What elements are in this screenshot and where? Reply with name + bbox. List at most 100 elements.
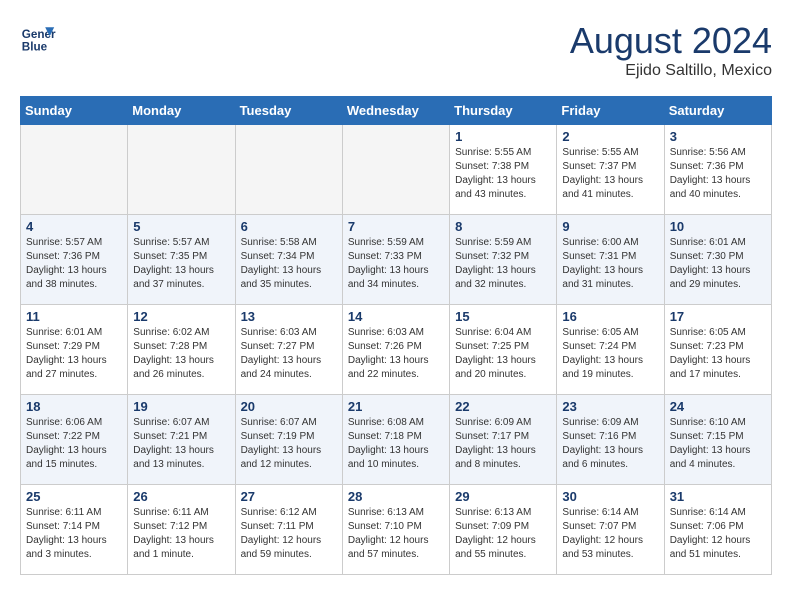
day-info: Sunrise: 6:07 AM Sunset: 7:21 PM Dayligh… [133, 416, 229, 472]
day-number: 22 [455, 399, 551, 414]
day-info: Sunrise: 6:13 AM Sunset: 7:09 PM Dayligh… [455, 506, 551, 562]
calendar-day-cell: 10 Sunrise: 6:01 AM Sunset: 7:30 PM Dayli… [664, 215, 771, 305]
day-number: 8 [455, 219, 551, 234]
calendar-day-cell: 25 Sunrise: 6:11 AM Sunset: 7:14 PM Dayli… [21, 485, 128, 575]
day-number: 31 [670, 489, 766, 504]
day-number: 9 [562, 219, 658, 234]
day-number: 5 [133, 219, 229, 234]
calendar-day-cell [21, 125, 128, 215]
calendar-week-row: 18 Sunrise: 6:06 AM Sunset: 7:22 PM Dayli… [21, 395, 772, 485]
day-number: 13 [241, 309, 337, 324]
calendar-day-cell: 14Sunrise: 6:03 AM Sunset: 7:26 PM Dayli… [342, 305, 449, 395]
day-number: 28 [348, 489, 444, 504]
calendar-day-cell: 23Sunrise: 6:09 AM Sunset: 7:16 PM Dayli… [557, 395, 664, 485]
day-info: Sunrise: 6:14 AM Sunset: 7:07 PM Dayligh… [562, 506, 658, 562]
day-info: Sunrise: 6:02 AM Sunset: 7:28 PM Dayligh… [133, 326, 229, 382]
day-info: Sunrise: 5:56 AM Sunset: 7:36 PM Dayligh… [670, 146, 766, 202]
calendar-day-cell: 27 Sunrise: 6:12 AM Sunset: 7:11 PM Dayli… [235, 485, 342, 575]
day-info: Sunrise: 6:08 AM Sunset: 7:18 PM Dayligh… [348, 416, 444, 472]
day-info: Sunrise: 6:00 AM Sunset: 7:31 PM Dayligh… [562, 236, 658, 292]
title-block: August 2024 Ejido Saltillo, Mexico [570, 20, 772, 80]
day-info: Sunrise: 6:09 AM Sunset: 7:17 PM Dayligh… [455, 416, 551, 472]
day-number: 11 [26, 309, 122, 324]
calendar-day-cell: 26 Sunrise: 6:11 AM Sunset: 7:12 PM Dayli… [128, 485, 235, 575]
calendar-day-cell: 20 Sunrise: 6:07 AM Sunset: 7:19 PM Dayli… [235, 395, 342, 485]
day-info: Sunrise: 5:59 AM Sunset: 7:33 PM Dayligh… [348, 236, 444, 292]
day-info: Sunrise: 6:06 AM Sunset: 7:22 PM Dayligh… [26, 416, 122, 472]
calendar-day-cell [128, 125, 235, 215]
day-number: 25 [26, 489, 122, 504]
day-number: 20 [241, 399, 337, 414]
calendar-day-cell: 13Sunrise: 6:03 AM Sunset: 7:27 PM Dayli… [235, 305, 342, 395]
day-info: Sunrise: 5:55 AM Sunset: 7:38 PM Dayligh… [455, 146, 551, 202]
calendar-day-cell [342, 125, 449, 215]
day-number: 10 [670, 219, 766, 234]
day-number: 7 [348, 219, 444, 234]
weekday-header-sunday: Sunday [21, 97, 128, 125]
day-info: Sunrise: 5:58 AM Sunset: 7:34 PM Dayligh… [241, 236, 337, 292]
day-number: 12 [133, 309, 229, 324]
day-number: 2 [562, 129, 658, 144]
calendar-day-cell: 22 Sunrise: 6:09 AM Sunset: 7:17 PM Dayli… [450, 395, 557, 485]
calendar-day-cell: 19 Sunrise: 6:07 AM Sunset: 7:21 PM Dayli… [128, 395, 235, 485]
day-info: Sunrise: 5:55 AM Sunset: 7:37 PM Dayligh… [562, 146, 658, 202]
month-title: August 2024 [570, 20, 772, 62]
day-number: 18 [26, 399, 122, 414]
day-info: Sunrise: 6:09 AM Sunset: 7:16 PM Dayligh… [562, 416, 658, 472]
calendar-day-cell: 1 Sunrise: 5:55 AM Sunset: 7:38 PM Daylig… [450, 125, 557, 215]
calendar-day-cell: 4Sunrise: 5:57 AM Sunset: 7:36 PM Daylig… [21, 215, 128, 305]
location-title: Ejido Saltillo, Mexico [570, 62, 772, 80]
weekday-header-saturday: Saturday [664, 97, 771, 125]
day-number: 19 [133, 399, 229, 414]
weekday-header-wednesday: Wednesday [342, 97, 449, 125]
day-number: 14 [348, 309, 444, 324]
calendar-day-cell: 29 Sunrise: 6:13 AM Sunset: 7:09 PM Dayli… [450, 485, 557, 575]
day-number: 15 [455, 309, 551, 324]
calendar-day-cell: 6Sunrise: 5:58 AM Sunset: 7:34 PM Daylig… [235, 215, 342, 305]
day-info: Sunrise: 6:11 AM Sunset: 7:14 PM Dayligh… [26, 506, 122, 562]
day-info: Sunrise: 6:04 AM Sunset: 7:25 PM Dayligh… [455, 326, 551, 382]
logo-icon: General Blue [20, 20, 56, 56]
day-number: 21 [348, 399, 444, 414]
calendar-week-row: 25 Sunrise: 6:11 AM Sunset: 7:14 PM Dayli… [21, 485, 772, 575]
day-number: 26 [133, 489, 229, 504]
day-info: Sunrise: 6:14 AM Sunset: 7:06 PM Dayligh… [670, 506, 766, 562]
day-info: Sunrise: 6:12 AM Sunset: 7:11 PM Dayligh… [241, 506, 337, 562]
day-info: Sunrise: 6:11 AM Sunset: 7:12 PM Dayligh… [133, 506, 229, 562]
calendar-day-cell: 21 Sunrise: 6:08 AM Sunset: 7:18 PM Dayli… [342, 395, 449, 485]
calendar-day-cell: 12 Sunrise: 6:02 AM Sunset: 7:28 PM Dayli… [128, 305, 235, 395]
weekday-header-row: SundayMondayTuesdayWednesdayThursdayFrid… [21, 97, 772, 125]
svg-text:Blue: Blue [22, 41, 48, 54]
day-number: 24 [670, 399, 766, 414]
calendar-day-cell: 2 Sunrise: 5:55 AM Sunset: 7:37 PM Daylig… [557, 125, 664, 215]
day-info: Sunrise: 6:05 AM Sunset: 7:23 PM Dayligh… [670, 326, 766, 382]
calendar-week-row: 11 Sunrise: 6:01 AM Sunset: 7:29 PM Dayli… [21, 305, 772, 395]
page-header: General Blue August 2024 Ejido Saltillo,… [20, 20, 772, 80]
calendar-table: SundayMondayTuesdayWednesdayThursdayFrid… [20, 96, 772, 575]
calendar-day-cell: 17Sunrise: 6:05 AM Sunset: 7:23 PM Dayli… [664, 305, 771, 395]
calendar-week-row: 4Sunrise: 5:57 AM Sunset: 7:36 PM Daylig… [21, 215, 772, 305]
calendar-day-cell: 7 Sunrise: 5:59 AM Sunset: 7:33 PM Daylig… [342, 215, 449, 305]
calendar-day-cell: 11 Sunrise: 6:01 AM Sunset: 7:29 PM Dayli… [21, 305, 128, 395]
day-info: Sunrise: 5:59 AM Sunset: 7:32 PM Dayligh… [455, 236, 551, 292]
calendar-week-row: 1 Sunrise: 5:55 AM Sunset: 7:38 PM Daylig… [21, 125, 772, 215]
weekday-header-thursday: Thursday [450, 97, 557, 125]
calendar-day-cell: 18 Sunrise: 6:06 AM Sunset: 7:22 PM Dayli… [21, 395, 128, 485]
calendar-day-cell: 8 Sunrise: 5:59 AM Sunset: 7:32 PM Daylig… [450, 215, 557, 305]
calendar-day-cell: 9 Sunrise: 6:00 AM Sunset: 7:31 PM Daylig… [557, 215, 664, 305]
day-info: Sunrise: 6:01 AM Sunset: 7:29 PM Dayligh… [26, 326, 122, 382]
day-info: Sunrise: 5:57 AM Sunset: 7:35 PM Dayligh… [133, 236, 229, 292]
day-number: 16 [562, 309, 658, 324]
day-number: 1 [455, 129, 551, 144]
day-info: Sunrise: 6:07 AM Sunset: 7:19 PM Dayligh… [241, 416, 337, 472]
calendar-day-cell: 28Sunrise: 6:13 AM Sunset: 7:10 PM Dayli… [342, 485, 449, 575]
calendar-day-cell: 3Sunrise: 5:56 AM Sunset: 7:36 PM Daylig… [664, 125, 771, 215]
day-info: Sunrise: 6:01 AM Sunset: 7:30 PM Dayligh… [670, 236, 766, 292]
weekday-header-tuesday: Tuesday [235, 97, 342, 125]
day-number: 27 [241, 489, 337, 504]
day-number: 29 [455, 489, 551, 504]
calendar-day-cell [235, 125, 342, 215]
day-number: 30 [562, 489, 658, 504]
calendar-day-cell: 24Sunrise: 6:10 AM Sunset: 7:15 PM Dayli… [664, 395, 771, 485]
weekday-header-friday: Friday [557, 97, 664, 125]
